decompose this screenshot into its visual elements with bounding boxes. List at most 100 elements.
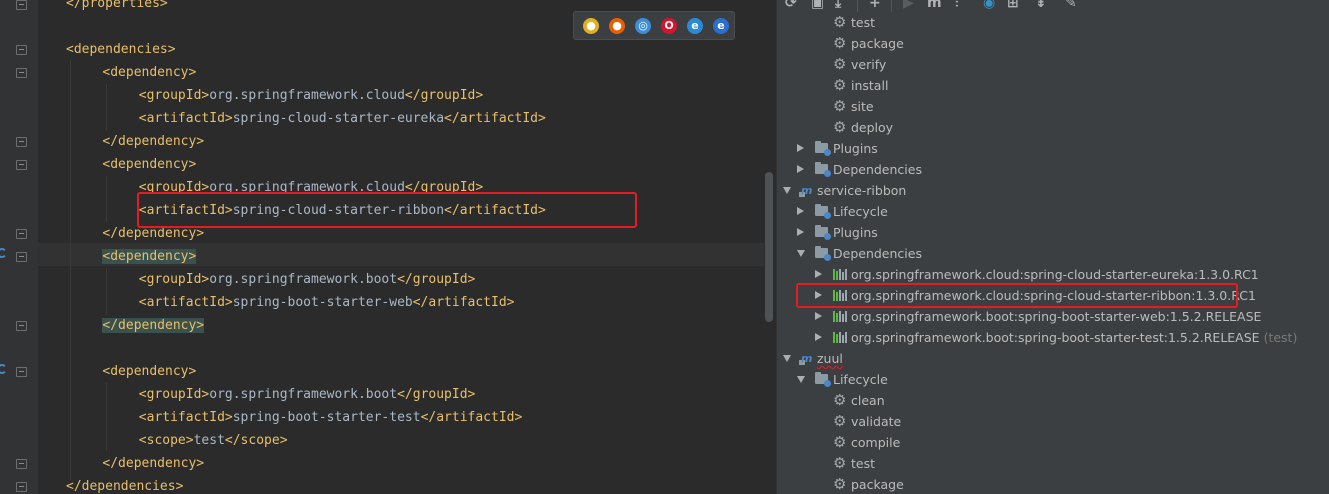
tree-item[interactable]: ⚙ package — [777, 33, 1327, 54]
fold-toggle-icon[interactable] — [16, 0, 27, 10]
code-line[interactable]: <artifactId>spring-cloud-starter-eureka<… — [139, 107, 546, 130]
fold-toggle-icon[interactable] — [16, 367, 27, 377]
chevron-down-icon[interactable] — [783, 187, 791, 194]
chevron-right-icon[interactable] — [797, 144, 804, 152]
tree-item[interactable]: m service-ribbon — [777, 180, 1327, 201]
gear-icon: ⚙ — [833, 34, 847, 52]
badge-dot — [824, 149, 831, 156]
tree-item-label: deploy — [851, 120, 894, 135]
reimport-icon[interactable]: ▣ — [811, 0, 824, 11]
code-line[interactable]: <scope>test</scope> — [139, 429, 288, 452]
tree-item-label: test — [851, 456, 876, 471]
firefox-icon[interactable]: ● — [609, 18, 625, 34]
add-icon[interactable]: + — [869, 0, 881, 11]
xml-tag: </artifactId> — [412, 295, 515, 310]
xml-tag: <artifactId> — [138, 295, 233, 310]
tree-item[interactable]: ⚙ deploy — [777, 117, 1327, 138]
tree-item[interactable]: org.springframework.cloud:spring-cloud-s… — [777, 264, 1327, 285]
fold-toggle-icon[interactable] — [16, 160, 27, 170]
opera-icon[interactable]: O — [661, 18, 677, 34]
tree-item[interactable]: Lifecycle — [777, 201, 1327, 222]
chevron-right-icon[interactable] — [815, 270, 822, 278]
tree-item[interactable]: ⚙ compile — [777, 432, 1327, 453]
tree-item[interactable]: ⚙ test — [777, 12, 1327, 33]
safari-icon[interactable]: ◎ — [635, 18, 651, 34]
tree-item[interactable]: ⚙ verify — [777, 54, 1327, 75]
settings-icon[interactable]: ✎ — [1065, 0, 1077, 11]
tree-item[interactable]: m zuul — [777, 348, 1327, 369]
folder-icon — [815, 204, 831, 219]
code-line[interactable]: <artifactId>spring-boot-starter-web</art… — [139, 291, 515, 314]
code-line[interactable]: </dependencies> — [66, 475, 183, 494]
code-line[interactable]: <artifactId>spring-boot-starter-test</ar… — [139, 406, 523, 429]
fold-toggle-icon[interactable] — [16, 321, 27, 331]
code-line[interactable]: </dependency> — [102, 452, 204, 475]
chevron-down-icon[interactable] — [797, 376, 805, 383]
library-bar — [845, 332, 847, 343]
chevron-right-icon[interactable] — [797, 228, 804, 236]
folder-icon — [815, 162, 831, 177]
maven-sync-icon[interactable] — [0, 364, 7, 374]
chevron-right-icon[interactable] — [815, 333, 822, 341]
show-dependencies-icon[interactable]: ⊞ — [1007, 0, 1019, 11]
code-line[interactable]: <groupId>org.springframework.boot</group… — [139, 383, 476, 406]
code-line[interactable]: <dependency> — [102, 61, 196, 84]
xml-tag: </properties> — [66, 0, 168, 11]
module-letter: m — [801, 184, 813, 197]
chevron-down-icon[interactable] — [783, 355, 791, 362]
code-line[interactable]: <dependencies> — [66, 38, 176, 61]
tree-item[interactable]: ⚙ package — [777, 474, 1327, 494]
code-line[interactable]: <groupId>org.springframework.boot</group… — [139, 268, 476, 291]
tree-item[interactable]: Plugins — [777, 138, 1327, 159]
internet-explorer-icon[interactable]: e — [687, 18, 703, 34]
tree-item[interactable]: ⚙ site — [777, 96, 1327, 117]
code-line[interactable]: <dependency> — [102, 153, 196, 176]
gear-icon: ⚙ — [833, 391, 847, 409]
code-line[interactable]: </dependency> — [102, 130, 204, 153]
tree-item[interactable]: org.springframework.boot:spring-boot-sta… — [777, 306, 1327, 327]
fold-toggle-icon[interactable] — [16, 459, 27, 469]
chevron-right-icon[interactable] — [797, 207, 804, 215]
code-line[interactable]: <dependency> — [102, 245, 197, 268]
download-icon[interactable]: ⤓ — [835, 0, 841, 11]
tree-item[interactable]: Dependencies — [777, 243, 1327, 264]
tree-item[interactable]: org.springframework.boot:spring-boot-sta… — [777, 327, 1327, 348]
tree-item[interactable]: ⚙ clean — [777, 390, 1327, 411]
tree-item[interactable]: ⚙ install — [777, 75, 1327, 96]
tree-item[interactable]: Dependencies — [777, 159, 1327, 180]
skip-tests-icon[interactable]: ◉ — [983, 0, 995, 11]
folder-icon — [815, 141, 831, 156]
toggle-offline-icon[interactable]: ⫶ — [955, 0, 959, 11]
editor-gutter — [0, 0, 38, 494]
code-line[interactable]: </dependency> — [102, 314, 205, 337]
code-line[interactable]: <dependency> — [102, 360, 196, 383]
tree-item-label: package — [851, 36, 904, 51]
code-line[interactable]: </properties> — [66, 0, 168, 15]
fold-toggle-icon[interactable] — [16, 252, 27, 262]
code-line[interactable]: <groupId>org.springframework.cloud</grou… — [139, 84, 483, 107]
edge-icon[interactable]: e — [713, 18, 729, 34]
collapse-all-icon[interactable]: ⇟ — [1035, 0, 1047, 11]
tree-item[interactable]: Plugins — [777, 222, 1327, 243]
chevron-right-icon[interactable] — [815, 312, 822, 320]
tree-item-label: clean — [851, 393, 885, 408]
badge-dot — [824, 233, 831, 240]
tree-item[interactable]: Lifecycle — [777, 369, 1327, 390]
chevron-right-icon[interactable] — [797, 165, 804, 173]
run-icon[interactable]: ▶ — [903, 0, 914, 11]
chevron-down-icon[interactable] — [797, 250, 805, 257]
fold-toggle-icon[interactable] — [16, 45, 27, 55]
tree-item[interactable]: ⚙ test — [777, 453, 1327, 474]
fold-toggle-icon[interactable] — [16, 229, 27, 239]
maven-goal-icon[interactable]: m — [927, 0, 942, 11]
refresh-icon[interactable]: ⟳ — [785, 0, 797, 11]
xml-tag: </dependency> — [102, 456, 205, 471]
tree-item[interactable]: ⚙ validate — [777, 411, 1327, 432]
fold-toggle-icon[interactable] — [16, 482, 27, 492]
code-editor[interactable]: </properties> <dependencies> <dependency> <… — [0, 0, 776, 494]
chrome-icon[interactable]: ● — [583, 18, 599, 34]
fold-toggle-icon[interactable] — [16, 137, 27, 147]
maven-sync-icon[interactable] — [0, 248, 7, 258]
editor-scrollbar[interactable] — [765, 172, 773, 322]
fold-toggle-icon[interactable] — [16, 68, 27, 78]
